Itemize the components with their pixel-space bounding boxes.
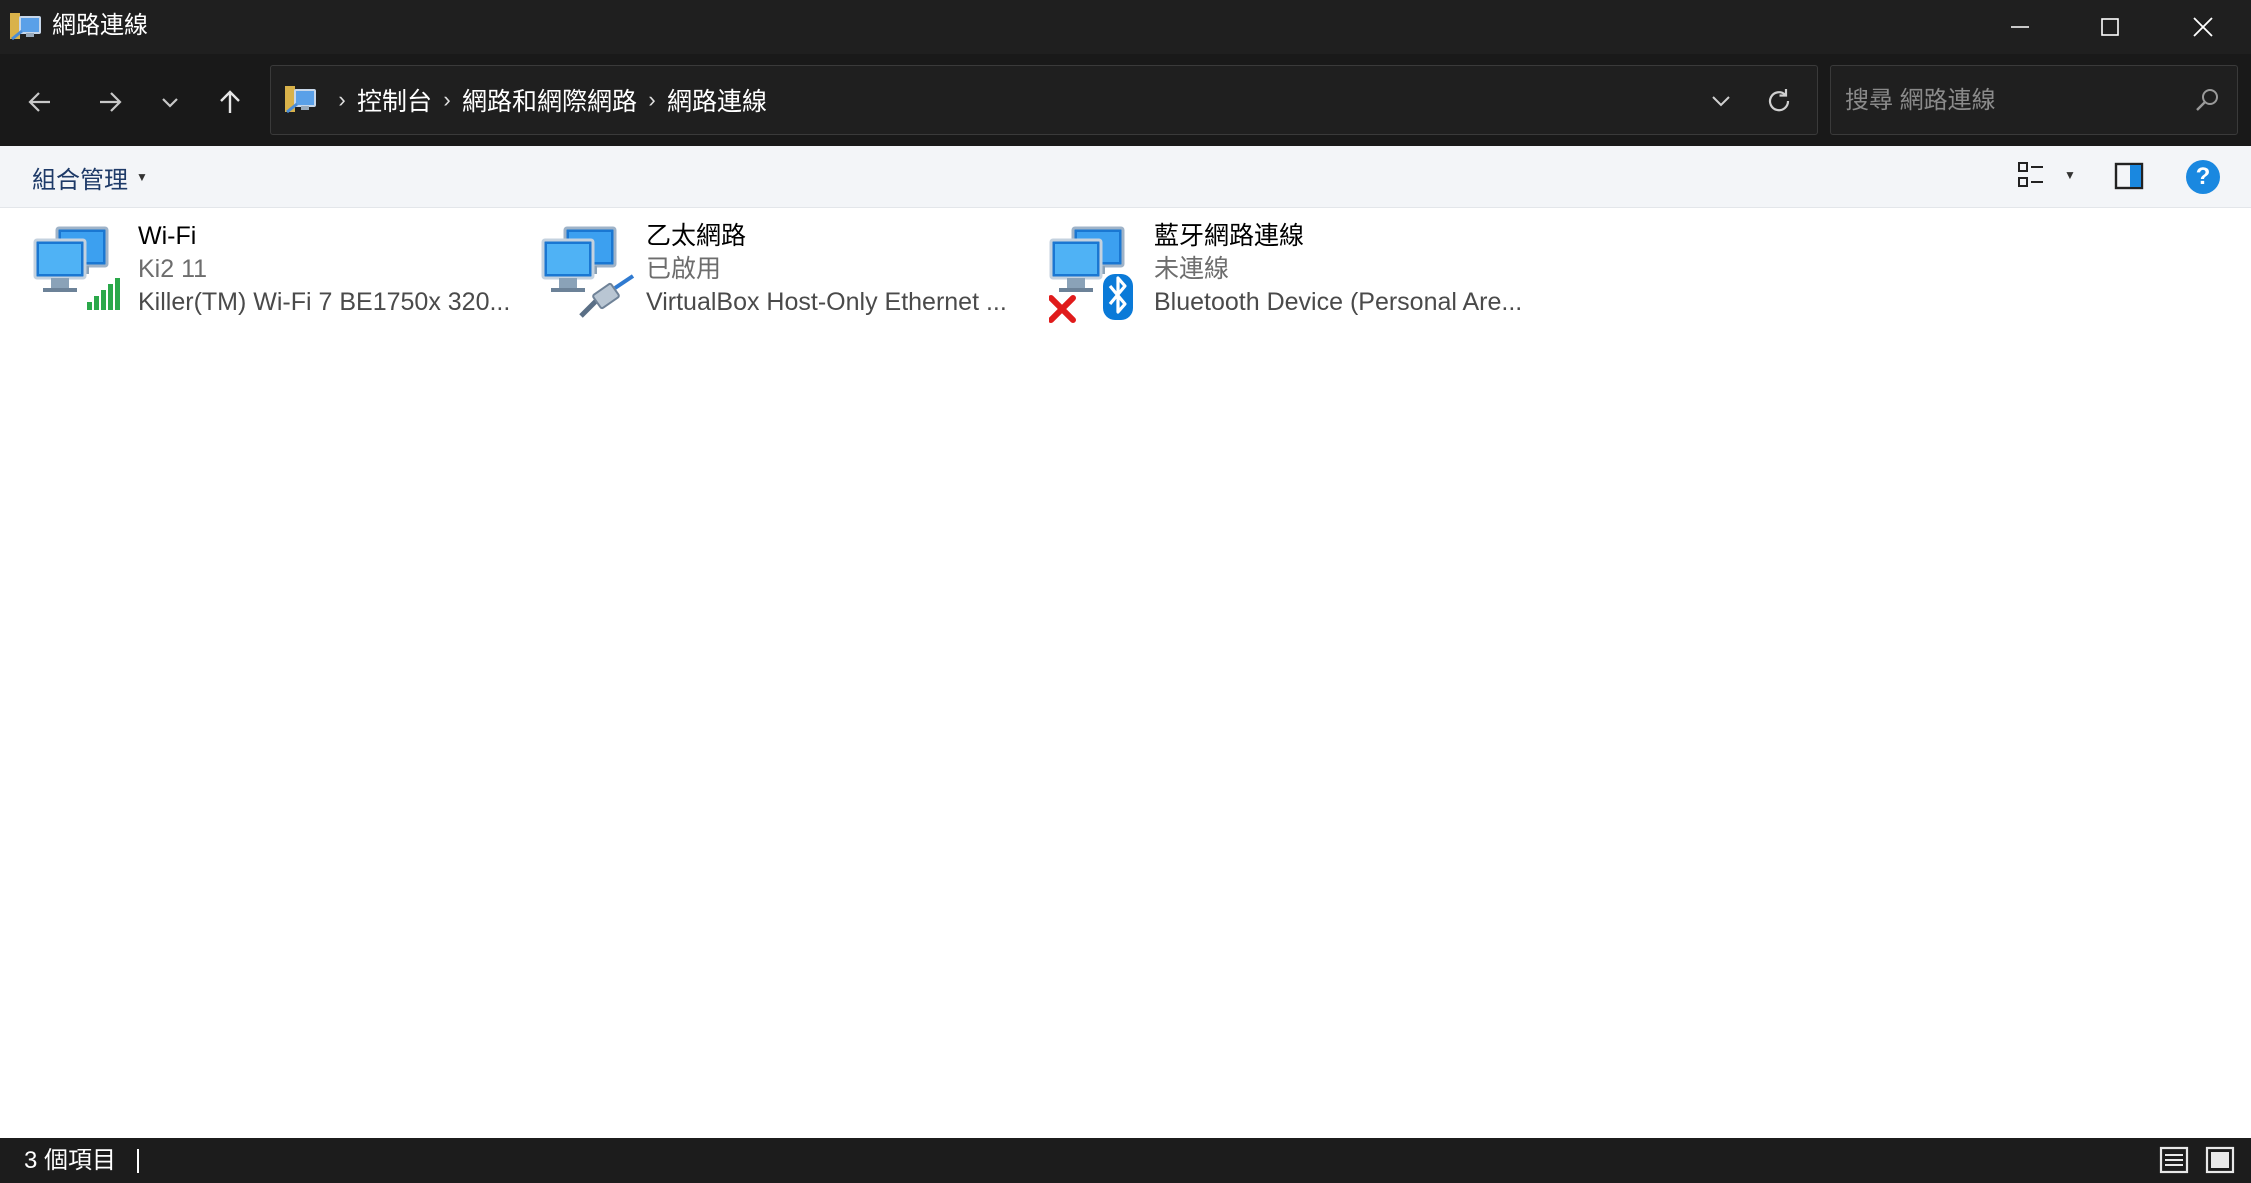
address-bar[interactable]: › 控制台 › 網路和網際網路 › 網路連線 xyxy=(270,65,1818,135)
connection-device: Bluetooth Device (Personal Are... xyxy=(1154,288,1523,316)
breadcrumb: › 控制台 › 網路和網際網路 › 網路連線 xyxy=(327,66,767,134)
search-box[interactable] xyxy=(1830,65,2238,135)
organize-menu-button[interactable]: 組合管理 ▼ xyxy=(32,160,148,194)
title-bar: 網路連線 xyxy=(0,0,2251,54)
connection-status: 未連線 xyxy=(1154,255,1230,283)
organize-label: 組合管理 xyxy=(32,166,128,194)
ethernet-cable-icon xyxy=(579,274,635,318)
close-button[interactable] xyxy=(2158,0,2248,54)
help-button[interactable]: ? xyxy=(2186,160,2220,194)
minimize-button[interactable] xyxy=(1975,0,2065,54)
connection-device: Killer(TM) Wi-Fi 7 BE1750x 320... xyxy=(138,288,511,316)
connections-list: Wi-Fi Ki2 11 Killer(TM) Wi-Fi 7 BE1750x … xyxy=(0,208,2251,1138)
forward-button[interactable] xyxy=(84,76,136,128)
wifi-adapter-icon xyxy=(33,226,120,310)
network-connections-app-icon xyxy=(10,13,41,41)
command-bar: 組合管理 ▼ ▼ ? xyxy=(0,146,2251,208)
minimize-icon xyxy=(2011,26,2029,28)
dropdown-caret-icon: ▼ xyxy=(136,170,148,184)
ethernet-adapter-icon xyxy=(541,226,635,318)
status-bar: 3 個項目 xyxy=(0,1138,2251,1183)
breadcrumb-separator-icon[interactable]: › xyxy=(432,87,462,113)
up-button[interactable] xyxy=(204,76,256,128)
connection-status: Ki2 11 xyxy=(138,255,208,283)
control-panel-location-icon xyxy=(285,86,316,114)
recent-locations-button[interactable] xyxy=(144,76,196,128)
large-icons-view-button[interactable] xyxy=(2204,1144,2236,1176)
preview-pane-icon[interactable] xyxy=(2114,162,2144,190)
breadcrumb-separator-icon[interactable]: › xyxy=(327,87,357,113)
breadcrumb-item-network-connections[interactable]: 網路連線 xyxy=(667,82,767,118)
details-view-button[interactable] xyxy=(2158,1144,2190,1176)
large-icons-view-icon xyxy=(2205,1146,2235,1174)
change-view-button[interactable]: ▼ xyxy=(2016,160,2076,190)
connection-name: Wi-Fi xyxy=(138,222,197,250)
window-title: 網路連線 xyxy=(52,12,148,39)
connection-name: 藍牙網路連線 xyxy=(1154,222,1305,250)
breadcrumb-separator-icon[interactable]: › xyxy=(637,87,667,113)
disconnected-x-icon xyxy=(1049,295,1076,323)
back-button[interactable] xyxy=(14,76,66,128)
connection-device: VirtualBox Host-Only Ethernet ... xyxy=(646,288,1007,316)
address-history-dropdown[interactable] xyxy=(1705,85,1737,117)
view-options-icon xyxy=(2018,162,2043,187)
details-view-icon xyxy=(2159,1146,2189,1174)
connection-item-bluetooth[interactable]: 藍牙網路連線 未連線 Bluetooth Device (Personal Ar… xyxy=(1049,220,1549,330)
chevron-down-icon xyxy=(162,98,178,108)
maximize-button[interactable] xyxy=(2065,0,2155,54)
connection-item-ethernet[interactable]: 乙太網路 已啟用 VirtualBox Host-Only Ethernet .… xyxy=(541,220,1041,330)
chevron-down-icon xyxy=(1712,96,1730,107)
signal-bars-icon xyxy=(87,278,120,310)
bluetooth-adapter-icon xyxy=(1049,226,1133,323)
bluetooth-icon xyxy=(1103,274,1133,320)
arrow-up-icon xyxy=(220,90,240,113)
connection-name: 乙太網路 xyxy=(646,222,747,250)
search-input[interactable] xyxy=(1843,76,2177,126)
connection-status: 已啟用 xyxy=(646,255,722,283)
refresh-button[interactable] xyxy=(1761,83,1797,119)
arrow-left-icon xyxy=(28,92,50,112)
breadcrumb-item-control-panel[interactable]: 控制台 xyxy=(357,82,432,118)
close-icon xyxy=(2193,17,2213,37)
refresh-icon xyxy=(1768,89,1790,112)
maximize-icon xyxy=(2101,18,2119,36)
connection-item-wifi[interactable]: Wi-Fi Ki2 11 Killer(TM) Wi-Fi 7 BE1750x … xyxy=(33,220,533,330)
status-divider xyxy=(137,1149,139,1173)
item-count: 3 個項目 xyxy=(24,1147,117,1174)
arrow-right-icon xyxy=(100,92,122,112)
search-icon[interactable] xyxy=(2193,86,2221,114)
dropdown-caret-icon: ▼ xyxy=(2064,168,2076,182)
navigation-bar: › 控制台 › 網路和網際網路 › 網路連線 xyxy=(0,54,2251,146)
breadcrumb-item-network-and-internet[interactable]: 網路和網際網路 xyxy=(462,82,637,118)
